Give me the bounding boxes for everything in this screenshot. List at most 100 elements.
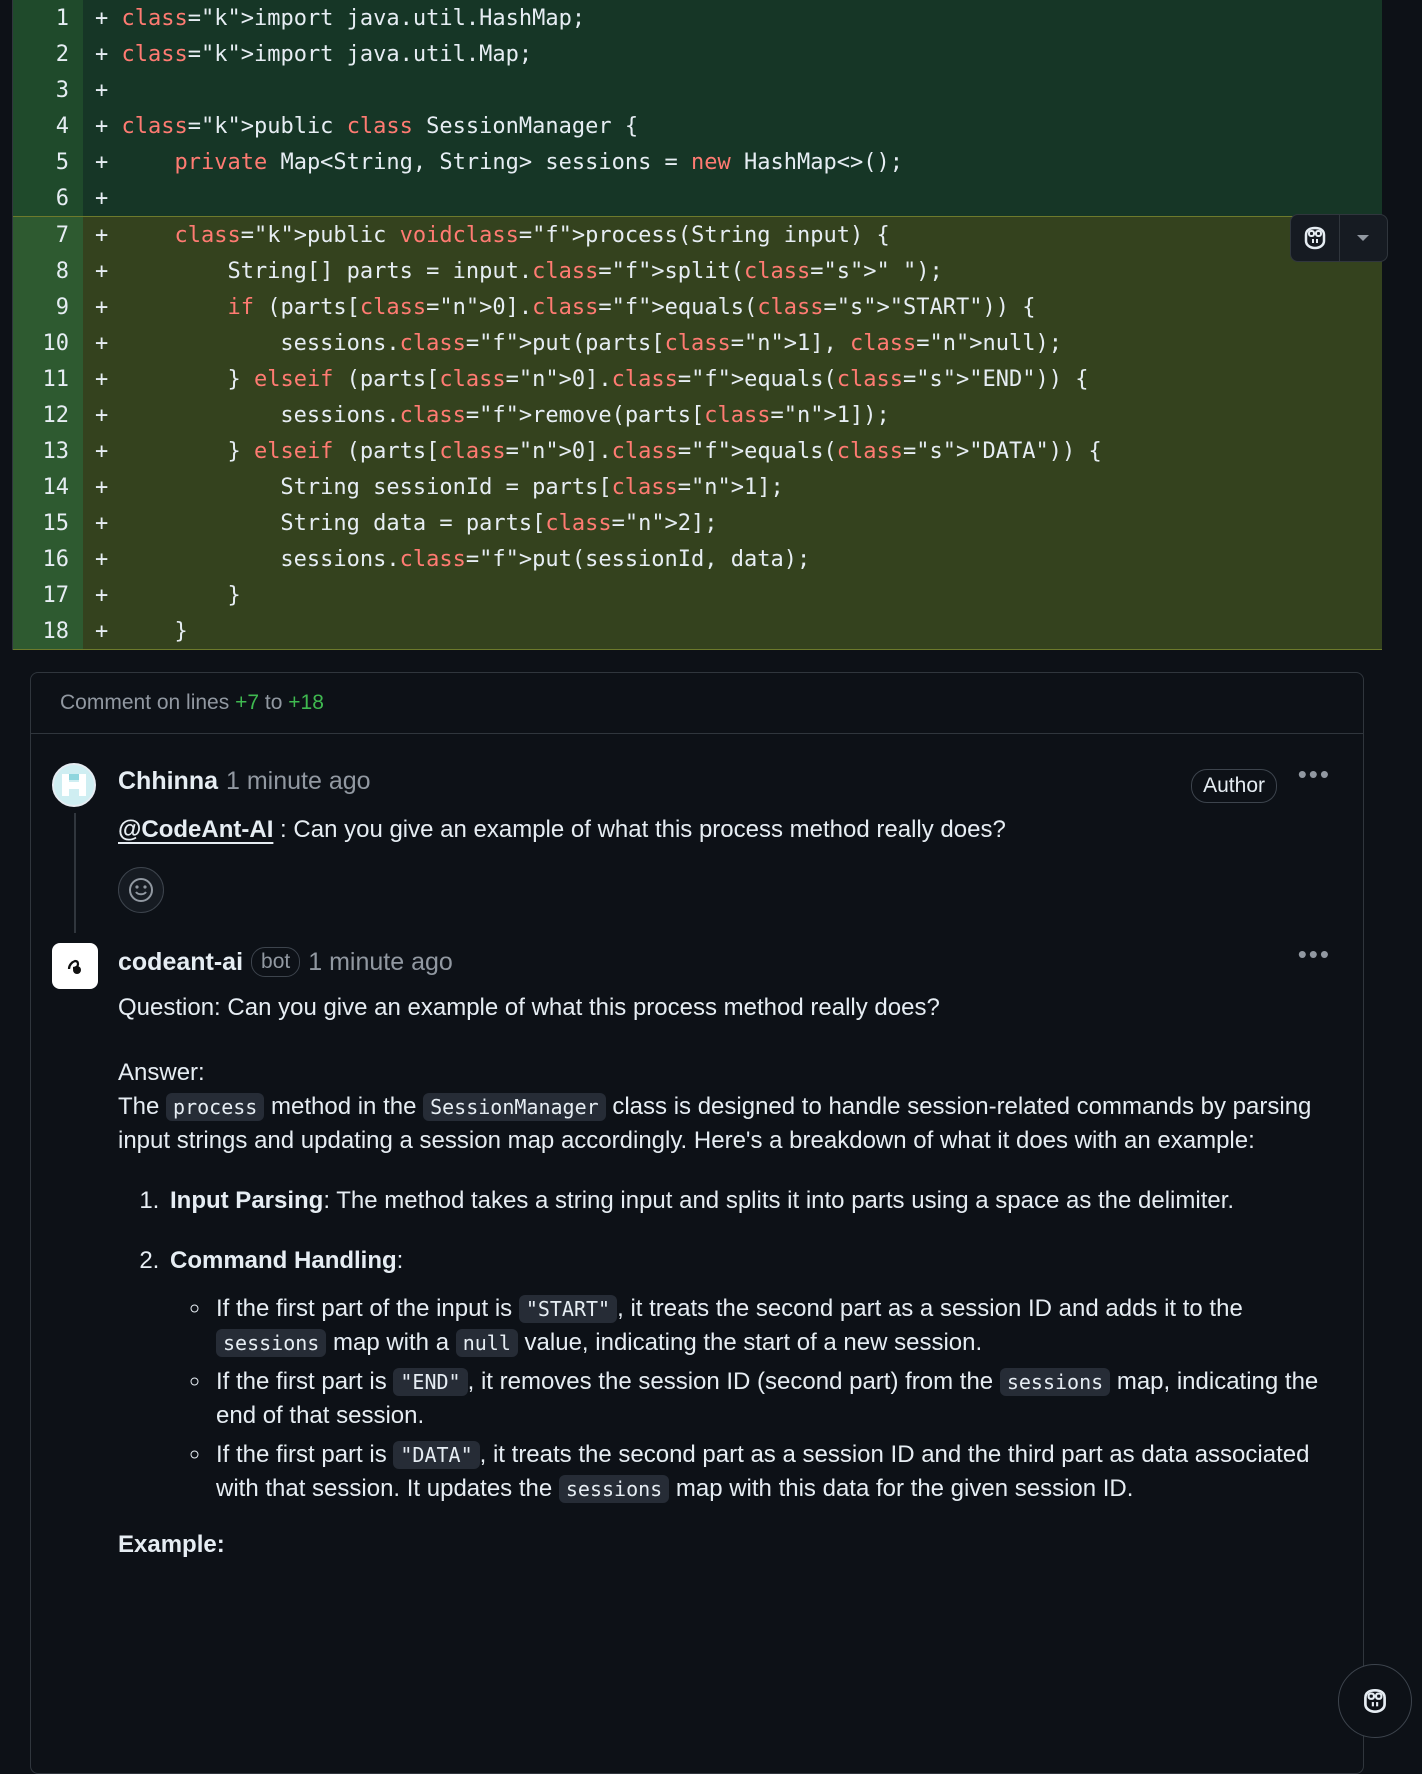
- diff-line[interactable]: 4 + class ="k">public class SessionManager…: [13, 108, 1382, 144]
- comment-text: : Can you give an example of what this p…: [273, 816, 1006, 843]
- inline-code: process: [166, 1093, 265, 1121]
- list-item: Input Parsing: The method takes a string…: [166, 1184, 1333, 1218]
- code-diff: 1 + class ="k">import java.util.HashMap; 2 +…: [12, 0, 1382, 650]
- list-item: If the first part of the input is "START…: [212, 1292, 1333, 1360]
- copilot-icon: [1304, 226, 1325, 250]
- comment-time[interactable]: 1 minute ago: [226, 767, 371, 796]
- thread-header: Comment on lines +7 to +18: [31, 673, 1363, 734]
- command-list: If the first part of the input is "START…: [170, 1292, 1333, 1506]
- comment-author[interactable]: Chhinna: [118, 767, 218, 796]
- diff-line[interactable]: 17 + }: [13, 577, 1382, 613]
- line-number[interactable]: 13: [13, 433, 83, 469]
- line-number[interactable]: 3: [13, 72, 83, 108]
- identicon-icon: [62, 774, 86, 796]
- answer-label: Answer:: [118, 1059, 205, 1086]
- list-item: If the first part is "END", it removes t…: [212, 1365, 1333, 1433]
- diff-line[interactable]: 18 + }: [13, 613, 1382, 650]
- code-text: + String data = parts[class ="n">2];: [83, 505, 1382, 541]
- diff-line[interactable]: 15 + String data = parts[class ="n">2];: [13, 505, 1382, 541]
- line-number[interactable]: 12: [13, 397, 83, 433]
- answer-steps: Input Parsing: The method takes a string…: [118, 1184, 1333, 1506]
- line-number[interactable]: 1: [13, 0, 83, 36]
- comment-author[interactable]: codeant-ai: [118, 948, 243, 977]
- code-text: + sessions. class ="f">put(sessionId, data…: [83, 541, 1382, 577]
- answer-intro: The process method in the SessionManager…: [118, 1093, 1312, 1154]
- thread-connector: [74, 813, 76, 933]
- line-number[interactable]: 17: [13, 577, 83, 613]
- line-number[interactable]: 10: [13, 325, 83, 361]
- thread-header-to: to: [264, 691, 283, 714]
- code-text: + }: [83, 613, 1382, 649]
- bot-badge: bot: [251, 947, 301, 977]
- code-text: + class ="k">import java.util.HashMap;: [83, 0, 1382, 36]
- code-text: + String sessionId = parts[class ="n">1];: [83, 469, 1382, 505]
- diff-line[interactable]: 8 + String[] parts = input. class ="f">spli…: [13, 253, 1382, 289]
- line-number[interactable]: 8: [13, 253, 83, 289]
- line-number[interactable]: 16: [13, 541, 83, 577]
- diff-line[interactable]: 1 + class ="k">import java.util.HashMap;: [13, 0, 1382, 36]
- copilot-button[interactable]: [1291, 215, 1339, 261]
- comment-body: @CodeAnt-AI : Can you give an example of…: [118, 813, 1333, 847]
- line-number[interactable]: 2: [13, 36, 83, 72]
- diff-line[interactable]: 3 +: [13, 72, 1382, 108]
- diff-line[interactable]: 2 + class ="k">import java.util.Map;: [13, 36, 1382, 72]
- smiley-icon: [129, 878, 153, 902]
- line-number[interactable]: 4: [13, 108, 83, 144]
- code-text: + private Map<String, String> sessions =…: [83, 144, 1382, 180]
- add-reaction-button[interactable]: [118, 867, 164, 913]
- line-number[interactable]: 7: [13, 217, 83, 253]
- line-number[interactable]: 15: [13, 505, 83, 541]
- diff-line[interactable]: 12 + sessions. class ="f">remove(parts[clas…: [13, 397, 1382, 433]
- comment-time[interactable]: 1 minute ago: [308, 948, 453, 977]
- bot-avatar[interactable]: [52, 943, 98, 989]
- code-text: + } else if (parts[class ="n">0]. class ="f…: [83, 433, 1382, 469]
- code-text: + class ="k">public void class ="f">proces…: [83, 217, 1382, 253]
- line-number[interactable]: 6: [13, 180, 83, 216]
- copilot-dropdown-button[interactable]: [1340, 215, 1388, 261]
- inline-code: SessionManager: [423, 1093, 606, 1121]
- code-text: +: [83, 180, 1382, 216]
- kebab-menu-icon[interactable]: •••: [1298, 759, 1331, 790]
- copilot-chat-button[interactable]: [1338, 1664, 1412, 1738]
- code-text: + class ="k">public class SessionManager …: [83, 108, 1382, 144]
- code-text: +: [83, 72, 1382, 108]
- code-text: + } else if (parts[class ="n">0]. class ="f…: [83, 361, 1382, 397]
- diff-line[interactable]: 10 + sessions. class ="f">put(parts[class ="…: [13, 325, 1382, 361]
- copilot-icon: [1364, 1688, 1386, 1714]
- author-badge: Author: [1191, 769, 1277, 803]
- list-item: Command Handling: If the first part of t…: [166, 1244, 1333, 1506]
- diff-line[interactable]: 5 + private Map<String, String> sessions …: [13, 144, 1382, 180]
- line-number[interactable]: 11: [13, 361, 83, 397]
- question-text: Question: Can you give an example of wha…: [118, 994, 940, 1021]
- thread-header-label: Comment on lines: [60, 691, 230, 714]
- review-thread: Comment on lines +7 to +18 Chhinna 1 min…: [30, 672, 1364, 1774]
- diff-line[interactable]: 6 +: [13, 180, 1382, 216]
- code-text: + class ="k">import java.util.Map;: [83, 36, 1382, 72]
- diff-line[interactable]: 13 + } else if (parts[class ="n">0]. class =…: [13, 433, 1382, 469]
- copilot-actions[interactable]: [1290, 214, 1388, 262]
- example-heading: Example:: [118, 1531, 225, 1558]
- avatar[interactable]: [52, 763, 96, 807]
- code-text: + }: [83, 577, 1382, 613]
- comment-body: Question: Can you give an example of wha…: [118, 991, 1333, 1562]
- list-item: If the first part is "DATA", it treats t…: [212, 1438, 1333, 1506]
- diff-line[interactable]: 11 + } else if (parts[class ="n">0]. class =…: [13, 361, 1382, 397]
- line-end: +18: [288, 691, 324, 714]
- line-number[interactable]: 18: [13, 613, 83, 649]
- line-start: +7: [235, 691, 260, 714]
- code-text: + sessions. class ="f">remove(parts[class =…: [83, 397, 1382, 433]
- diff-line[interactable]: 14 + String sessionId = parts[class ="n">1…: [13, 469, 1382, 505]
- codeant-logo-icon: [67, 959, 81, 974]
- mention-link[interactable]: @CodeAnt-AI: [118, 816, 273, 843]
- diff-line[interactable]: 9 + if (parts[class ="n">0]. class ="f">equa…: [13, 289, 1382, 325]
- line-number[interactable]: 9: [13, 289, 83, 325]
- line-number[interactable]: 5: [13, 144, 83, 180]
- code-text: + sessions. class ="f">put(parts[class ="n"…: [83, 325, 1382, 361]
- chevron-down-icon: [1357, 235, 1370, 241]
- line-number[interactable]: 14: [13, 469, 83, 505]
- code-text: + String[] parts = input. class ="f">split…: [83, 253, 1382, 289]
- code-text: + if (parts[class ="n">0]. class ="f">equal…: [83, 289, 1382, 325]
- diff-line[interactable]: 7 + class ="k">public void class ="f">proce…: [13, 216, 1382, 253]
- kebab-menu-icon[interactable]: •••: [1298, 939, 1331, 970]
- diff-line[interactable]: 16 + sessions. class ="f">put(sessionId, da…: [13, 541, 1382, 577]
